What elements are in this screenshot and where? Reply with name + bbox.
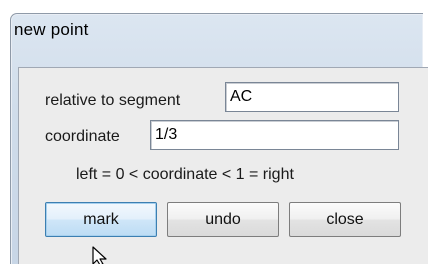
undo-button-label: undo: [205, 210, 241, 228]
screen: new point relative to segment coordinate…: [0, 0, 428, 264]
window-title: new point: [14, 20, 89, 39]
coordinate-hint: left = 0 < coordinate < 1 = right: [76, 166, 294, 183]
mark-button[interactable]: mark: [45, 202, 157, 237]
mark-button-label: mark: [83, 210, 119, 228]
undo-button[interactable]: undo: [167, 202, 279, 237]
segment-label: relative to segment: [45, 92, 181, 109]
coordinate-input[interactable]: [150, 120, 399, 150]
close-button-label: close: [326, 210, 364, 228]
coordinate-label: coordinate: [45, 128, 120, 145]
close-button[interactable]: close: [289, 202, 401, 237]
mouse-pointer-icon: [92, 246, 107, 264]
segment-input[interactable]: [225, 82, 399, 112]
